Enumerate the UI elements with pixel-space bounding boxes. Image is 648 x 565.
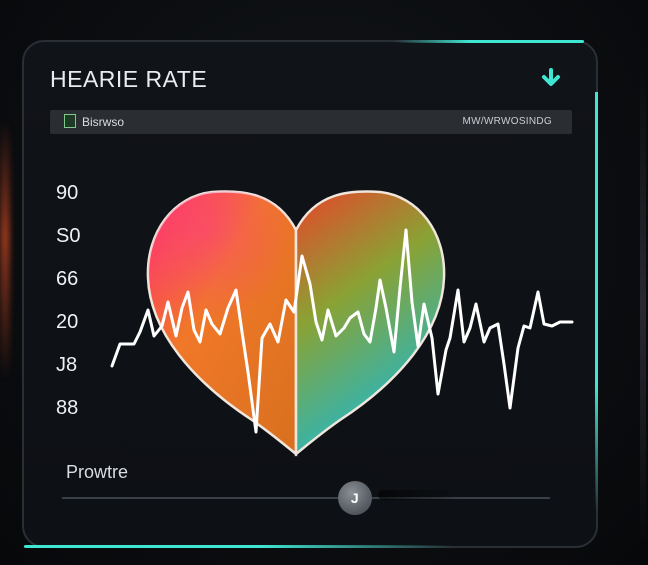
- heart-rate-card: HEARIE RATE Bisrwso MW/WRWOSINDG 90 S0 6…: [22, 40, 598, 548]
- slider-knob-glyph: J: [350, 490, 359, 506]
- right-edge-glow: [640, 70, 646, 540]
- slider-knob[interactable]: J: [337, 481, 372, 515]
- slider-track[interactable]: [62, 497, 550, 499]
- slider-shadow: [377, 490, 458, 500]
- y-label: 90: [56, 182, 79, 204]
- y-label: 88: [56, 397, 79, 419]
- y-label: S0: [56, 225, 81, 247]
- y-label: 66: [56, 268, 79, 290]
- y-label: 20: [56, 311, 79, 333]
- footer-label: Prowtre: [66, 462, 129, 482]
- y-label: J8: [56, 354, 78, 376]
- left-edge-glow: [0, 120, 10, 380]
